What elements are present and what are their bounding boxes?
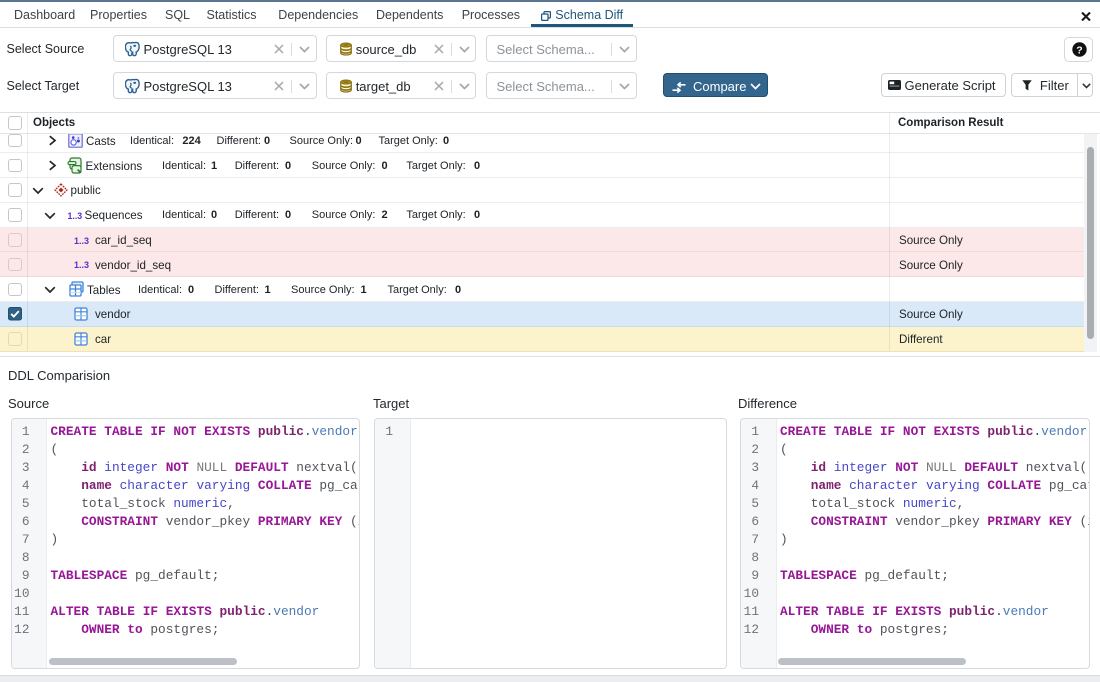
svg-text:?: ?	[1076, 44, 1082, 56]
